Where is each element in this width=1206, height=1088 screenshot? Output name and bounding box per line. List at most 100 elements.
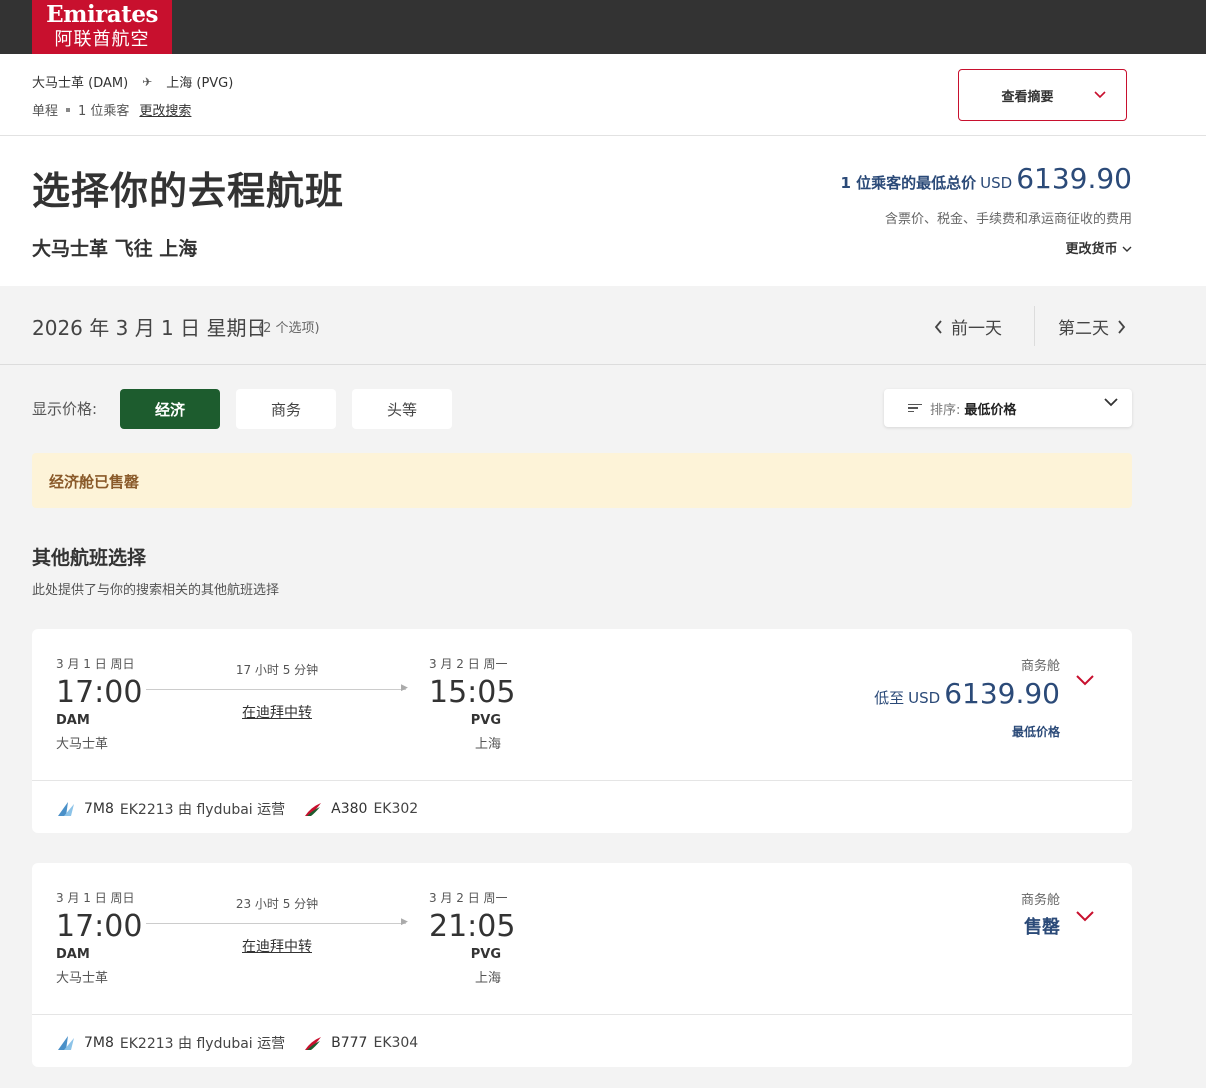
- emirates-logo[interactable]: Emirates 阿联酋航空: [32, 0, 172, 54]
- segment-2-aircraft: B777: [331, 1035, 368, 1051]
- next-day-button[interactable]: 第二天: [1058, 314, 1126, 339]
- cabin-class: 商务舱: [1020, 893, 1060, 908]
- other-flights-description: 此处提供了与你的搜索相关的其他航班选择: [32, 583, 280, 598]
- card-divider: [32, 1014, 1132, 1015]
- card-divider: [32, 780, 1132, 781]
- modify-search-link[interactable]: 更改搜索: [139, 100, 191, 119]
- logo-text-en: Emirates: [46, 1, 158, 28]
- passenger-count: 1 位乘客: [78, 104, 130, 119]
- trip-type: 单程: [32, 104, 59, 119]
- sort-value: 最低价格: [964, 402, 1017, 418]
- lowest-price: 1 位乘客的最低总价 USD 6139.90: [840, 162, 1132, 195]
- arrival-city: 上海: [474, 737, 501, 752]
- chevron-down-icon[interactable]: [1074, 905, 1096, 927]
- emirates-logo-icon: [305, 803, 322, 816]
- cabin-economy-button[interactable]: 经济: [120, 389, 220, 429]
- chevron-down-icon: [1093, 91, 1106, 99]
- cabin-first-label: 头等: [386, 400, 417, 419]
- departure-code: DAM: [56, 947, 90, 962]
- arrival-city: 上海: [474, 971, 501, 986]
- flight-segments: 7M8 EK2213 由 flydubai 运营 A380 EK302: [56, 799, 418, 819]
- trip-summary-bar: 大马士革 (DAM) ✈ 上海 (PVG) 单程 1 位乘客 更改搜索 查看摘要: [0, 54, 1206, 136]
- trip-meta: 单程 1 位乘客 更改搜索: [32, 100, 191, 119]
- day-divider: [1034, 306, 1035, 346]
- flight-card[interactable]: 3 月 1 日 周日 17:00 DAM 大马士革 17 小时 5 分钟 ▶ 在…: [32, 629, 1132, 833]
- view-summary-label: 查看摘要: [1001, 89, 1054, 105]
- arrival-date: 3 月 2 日 周一: [429, 891, 508, 905]
- price-currency: USD: [908, 689, 941, 707]
- page-title: 选择你的去程航班: [32, 169, 345, 213]
- route-line: [146, 923, 406, 924]
- arrival-time: 15:05: [429, 675, 516, 710]
- cabin-business-label: 商务: [270, 400, 301, 419]
- departure-city: 大马士革: [56, 737, 109, 752]
- price-display-label: 显示价格:: [32, 400, 98, 418]
- arrow-icon: ▶: [401, 917, 408, 927]
- sort-dropdown[interactable]: 排序: 最低价格: [884, 389, 1132, 427]
- emirates-logo-icon: [305, 1037, 322, 1050]
- segment-1-flight: EK2213 由 flydubai 运营: [119, 802, 286, 818]
- change-currency-label: 更改货币: [1065, 242, 1118, 257]
- next-day-label: 第二天: [1058, 319, 1109, 339]
- segment-2-flight: EK302: [373, 801, 419, 817]
- chevron-down-icon: [1104, 398, 1118, 407]
- departure-code: DAM: [56, 713, 90, 728]
- other-flights-title: 其他航班选择: [32, 547, 147, 569]
- destination: 上海 (PVG): [166, 76, 234, 91]
- selected-date: 2026 年 3 月 1 日 星期日: [32, 316, 267, 340]
- flight-duration: 17 小时 5 分钟: [235, 663, 319, 677]
- cabin-business-button[interactable]: 商务: [236, 389, 336, 429]
- route-line: [146, 689, 406, 690]
- lowest-price-label: 1 位乘客的最低总价: [840, 174, 977, 192]
- view-summary-button[interactable]: 查看摘要: [958, 69, 1127, 121]
- page-subtitle: 大马士革 飞往 上海: [32, 238, 198, 260]
- arrival-code: PVG: [470, 947, 501, 962]
- connection-link[interactable]: 在迪拜中转: [182, 702, 372, 722]
- sold-out-status: 售罄: [1024, 917, 1060, 938]
- chevron-down-icon: [1122, 246, 1132, 252]
- cabin-class: 商务舱: [1020, 659, 1060, 674]
- segment-1-aircraft: 7M8: [84, 1035, 114, 1051]
- chevron-down-icon[interactable]: [1074, 669, 1096, 691]
- chevron-right-icon: [1118, 319, 1126, 334]
- price-prefix: 低至: [874, 689, 905, 707]
- price-amount: 6139.90: [944, 677, 1060, 710]
- departure-date: 3 月 1 日 周日: [56, 657, 135, 671]
- flight-duration: 23 小时 5 分钟: [235, 897, 319, 911]
- option-count: (2 个选项): [258, 321, 320, 336]
- lowest-price-currency: USD: [980, 174, 1013, 192]
- segment-1-flight: EK2213 由 flydubai 运营: [119, 1036, 286, 1052]
- sort-icon: [908, 402, 922, 415]
- arrival-time: 21:05: [429, 909, 516, 944]
- flight-segments: 7M8 EK2213 由 flydubai 运营 B777 EK304: [56, 1033, 418, 1053]
- logo-text-cn: 阿联酋航空: [54, 29, 150, 50]
- lowest-price-amount: 6139.90: [1016, 162, 1132, 195]
- separator-dot: [66, 107, 71, 112]
- fare-price: 低至 USD 6139.90: [874, 677, 1060, 710]
- chevron-left-icon: [934, 319, 942, 334]
- flydubai-logo-icon: [58, 802, 74, 816]
- date-bar: 2026 年 3 月 1 日 星期日 (2 个选项) 前一天 第二天: [0, 286, 1206, 365]
- departure-time: 17:00: [56, 909, 143, 944]
- segment-1-aircraft: 7M8: [84, 801, 114, 817]
- arrival-date: 3 月 2 日 周一: [429, 657, 508, 671]
- segment-2-flight: EK304: [373, 1035, 419, 1051]
- lowest-price-badge: 最低价格: [1011, 725, 1060, 739]
- connection-link[interactable]: 在迪拜中转: [182, 936, 372, 956]
- previous-day-button[interactable]: 前一天: [934, 314, 1002, 339]
- flydubai-logo-icon: [58, 1036, 74, 1050]
- sort-label: 排序:: [930, 402, 961, 418]
- segment-2-aircraft: A380: [331, 801, 368, 817]
- arrival-code: PVG: [470, 713, 501, 728]
- taxes-note: 含票价、税金、手续费和承运商征收的费用: [884, 212, 1132, 227]
- change-currency-link[interactable]: 更改货币: [1065, 238, 1132, 257]
- page-header: 选择你的去程航班 大马士革 飞往 上海 1 位乘客的最低总价 USD 6139.…: [0, 136, 1206, 286]
- plane-icon: ✈: [142, 74, 153, 89]
- previous-day-label: 前一天: [951, 319, 1002, 339]
- origin: 大马士革 (DAM): [32, 76, 129, 91]
- cabin-first-button[interactable]: 头等: [352, 389, 452, 429]
- arrow-icon: ▶: [401, 683, 408, 693]
- route: 大马士革 (DAM) ✈ 上海 (PVG): [32, 72, 234, 92]
- flight-card[interactable]: 3 月 1 日 周日 17:00 DAM 大马士革 23 小时 5 分钟 ▶ 在…: [32, 863, 1132, 1067]
- top-bar: Emirates 阿联酋航空: [0, 0, 1206, 54]
